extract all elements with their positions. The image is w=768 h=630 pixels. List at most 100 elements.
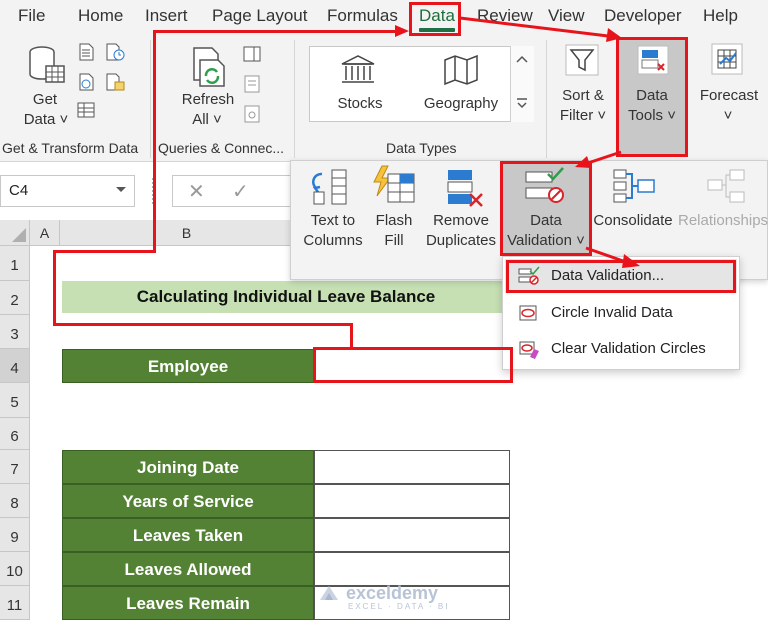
stocks-icon <box>340 54 376 86</box>
map-icon <box>443 54 479 86</box>
connector-line <box>350 325 353 349</box>
clear-validation-circles-icon <box>518 339 540 359</box>
row-header-2[interactable]: 2 <box>0 281 30 315</box>
forecast-caret[interactable]: ˅ <box>718 106 738 126</box>
row-header-6[interactable]: 6 <box>0 418 30 450</box>
highlight-data-tools <box>616 37 688 157</box>
highlight-data-tab <box>409 2 461 36</box>
queries-connections-icon[interactable] <box>242 44 262 64</box>
menu-item-circle-invalid-data[interactable]: Circle Invalid Data <box>551 299 673 327</box>
name-box-value: C4 <box>9 182 29 199</box>
consolidate-button[interactable]: Consolidate <box>590 211 676 231</box>
sort-filter-label-1[interactable]: Sort & <box>555 86 611 106</box>
cancel-icon[interactable]: ✕ <box>188 179 205 204</box>
connector-line <box>53 323 353 326</box>
employee-label-cell[interactable]: Employee <box>62 349 314 383</box>
chevron-up-icon[interactable] <box>514 54 530 64</box>
connector-line <box>53 250 56 326</box>
row-header-7[interactable]: 7 <box>0 450 30 484</box>
arrow-icon <box>458 14 626 44</box>
refresh-all-label-2[interactable]: All ˅ <box>182 110 232 130</box>
separator <box>294 40 295 158</box>
connector-line <box>53 250 155 253</box>
row-header-9[interactable]: 9 <box>0 518 30 552</box>
separator <box>546 40 547 158</box>
enter-icon[interactable]: ✓ <box>232 179 249 204</box>
chevron-down-icon[interactable] <box>115 186 127 194</box>
title-cell[interactable]: Calculating Individual Leave Balance <box>62 281 510 313</box>
forecast-icon <box>710 42 744 76</box>
connector-line <box>153 30 397 33</box>
menu-page-layout[interactable]: Page Layout <box>212 6 307 26</box>
filter-icon <box>565 44 599 76</box>
arrow-icon <box>575 150 625 170</box>
menu-file[interactable]: File <box>18 6 45 26</box>
leaves-allowed-label-cell[interactable]: Leaves Allowed <box>62 552 314 586</box>
group-label-data-types: Data Types <box>386 140 457 156</box>
relationships-button: Relationships <box>678 212 768 229</box>
existing-connections-icon[interactable] <box>104 72 126 92</box>
relationships-icon <box>706 166 746 206</box>
menu-formulas[interactable]: Formulas <box>327 6 398 26</box>
remove-duplicates-icon <box>444 166 486 208</box>
row-header-4[interactable]: 4 <box>0 349 30 383</box>
leaves-remain-label-cell[interactable]: Leaves Remain <box>62 586 314 620</box>
leaves-taken-value-cell[interactable] <box>314 518 510 552</box>
group-label-queries: Queries & Connec... <box>158 140 285 156</box>
separator <box>150 40 151 158</box>
row-header-1[interactable]: 1 <box>0 246 30 281</box>
flash-fill-label-2[interactable]: Fill <box>372 231 416 251</box>
years-of-service-label-cell[interactable]: Years of Service <box>62 484 314 518</box>
forecast-label[interactable]: Forecast <box>694 86 764 106</box>
select-all-corner[interactable] <box>0 220 30 246</box>
joining-date-value-cell[interactable] <box>314 450 510 484</box>
highlight-cell-c4 <box>313 347 513 383</box>
sort-filter-label-2[interactable]: Filter ˅ <box>553 106 613 126</box>
row-header-8[interactable]: 8 <box>0 484 30 518</box>
menu-help[interactable]: Help <box>703 6 738 26</box>
from-table-icon[interactable] <box>76 100 96 120</box>
arrow-icon <box>584 246 644 270</box>
menu-insert[interactable]: Insert <box>145 6 188 26</box>
expand-gallery-icon[interactable] <box>514 96 530 112</box>
leaves-allowed-value-cell[interactable] <box>314 552 510 586</box>
text-to-columns-label-2[interactable]: Columns <box>298 231 368 251</box>
joining-date-label-cell[interactable]: Joining Date <box>62 450 314 484</box>
refresh-icon <box>190 46 234 88</box>
text-to-columns-label-1[interactable]: Text to <box>300 211 366 231</box>
database-icon <box>26 44 66 86</box>
get-data-label-1[interactable]: Get <box>20 90 70 110</box>
recent-sources-icon[interactable] <box>104 42 126 62</box>
refresh-all-label-1[interactable]: Refresh <box>180 90 236 110</box>
leaves-taken-label-cell[interactable]: Leaves Taken <box>62 518 314 552</box>
watermark-name: exceldemy <box>346 583 439 603</box>
menu-home[interactable]: Home <box>78 6 123 26</box>
arrow-head-icon <box>395 23 411 39</box>
menu-item-clear-validation-circles[interactable]: Clear Validation Circles <box>551 335 706 363</box>
watermark-tagline: EXCEL · DATA · BI <box>348 602 450 611</box>
highlight-data-validation <box>500 161 592 256</box>
properties-icon[interactable] <box>242 74 262 94</box>
column-header-a[interactable]: A <box>30 220 60 246</box>
edit-links-icon[interactable] <box>242 104 262 124</box>
row-header-10[interactable]: 10 <box>0 552 30 586</box>
stocks-button[interactable]: Stocks <box>330 94 390 114</box>
watermark: exceldemy EXCEL · DATA · BI <box>318 583 449 611</box>
group-label-get-transform: Get & Transform Data <box>2 140 139 156</box>
row-header-5[interactable]: 5 <box>0 383 30 418</box>
from-text-icon[interactable] <box>76 42 96 62</box>
text-to-columns-icon <box>310 166 352 208</box>
geography-button[interactable]: Geography <box>420 94 502 114</box>
remove-duplicates-label-1[interactable]: Remove <box>428 211 494 231</box>
remove-duplicates-label-2[interactable]: Duplicates <box>422 231 500 251</box>
get-data-label-2[interactable]: Data ˅ <box>18 110 74 130</box>
column-header-b[interactable]: B <box>60 220 314 246</box>
watermark-logo-icon <box>318 584 340 602</box>
row-header-11[interactable]: 11 <box>0 586 30 620</box>
years-of-service-value-cell[interactable] <box>314 484 510 518</box>
from-web-icon[interactable] <box>76 72 96 92</box>
flash-fill-label-1[interactable]: Flash <box>372 211 416 231</box>
circle-invalid-data-icon <box>518 303 540 323</box>
connector-line <box>153 30 156 253</box>
row-header-3[interactable]: 3 <box>0 315 30 349</box>
